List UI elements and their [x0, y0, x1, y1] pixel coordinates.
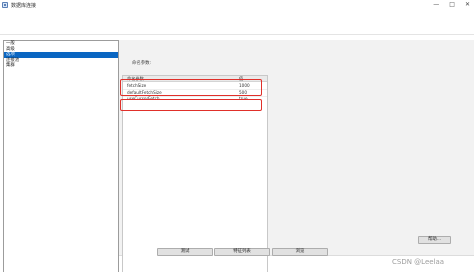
window-title: 数据库连接 — [11, 3, 37, 9]
window-controls: — □ ✕ — [433, 1, 470, 9]
sidebar-item-clustering[interactable]: 集群 — [4, 63, 118, 69]
close-button[interactable]: ✕ — [465, 1, 470, 9]
database-icon — [2, 2, 8, 8]
watermark: CSDN @Leelaa — [392, 258, 445, 266]
explore-button[interactable]: 浏览 — [272, 248, 328, 256]
options-panel: 命名参数: 命名参数 值 fetchSize 1000 defaultFetch… — [119, 40, 474, 272]
maximize-button[interactable]: □ — [449, 1, 455, 9]
test-button[interactable]: 测试 — [157, 248, 213, 256]
highlight-box — [120, 79, 262, 96]
highlight-box — [120, 99, 262, 111]
sidebar: 一般 高级 选项 连接池 集群 — [3, 40, 119, 272]
section-label: 命名参数: — [132, 61, 152, 66]
help-button[interactable]: 帮助... — [418, 236, 451, 244]
feature-list-button[interactable]: 特征列表 — [214, 248, 270, 256]
divider — [0, 34, 474, 35]
minimize-button[interactable]: — — [433, 1, 439, 9]
title-bar: 数据库连接 — □ ✕ — [0, 0, 474, 11]
